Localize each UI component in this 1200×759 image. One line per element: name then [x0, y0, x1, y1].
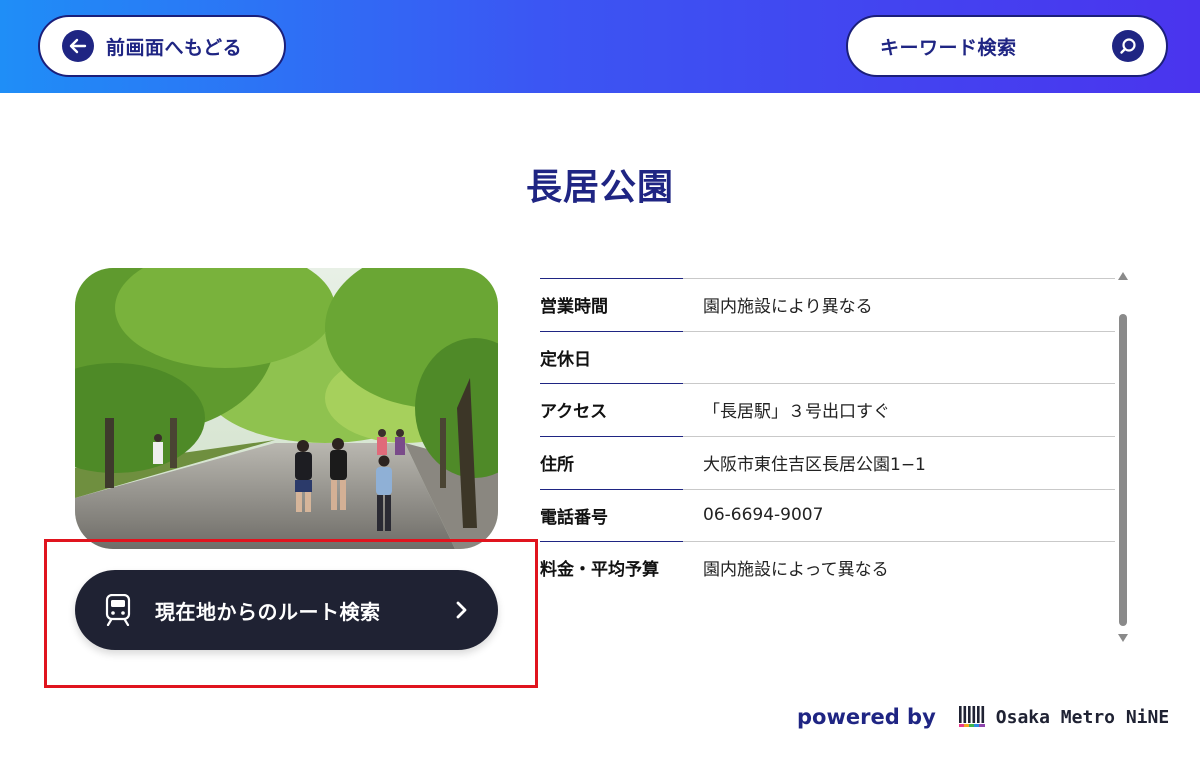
powered-by: powered by Osaka Metro NiNE: [797, 704, 1169, 730]
info-row-access: アクセス 「長居駅」３号出口すぐ: [540, 383, 1115, 436]
info-value: 大阪市東住吉区長居公園1−1: [703, 454, 926, 475]
scroll-up-icon[interactable]: [1118, 272, 1128, 280]
scrollbar-thumb[interactable]: [1119, 314, 1127, 626]
back-button[interactable]: 前画面へもどる: [38, 15, 286, 77]
info-key: 営業時間: [540, 296, 608, 317]
info-key: アクセス: [540, 402, 608, 423]
keyword-search-button[interactable]: キーワード検索: [846, 15, 1168, 77]
page-title: 長居公園: [525, 167, 674, 208]
info-row-hours: 営業時間 園内施設により異なる: [540, 278, 1115, 331]
back-button-label: 前画面へもどる: [106, 36, 243, 59]
header-bar: 前画面へもどる キーワード検索: [0, 0, 1200, 93]
info-table: 営業時間 園内施設により異なる 定休日 アクセス 「長居駅」３号出口すぐ 住所 …: [540, 278, 1115, 594]
info-value: 06-6694-9007: [703, 505, 824, 526]
info-row-closed: 定休日: [540, 330, 1115, 384]
osaka-metro-logo-icon: [958, 706, 985, 727]
scroll-down-icon[interactable]: [1118, 634, 1128, 642]
powered-by-label: powered by: [797, 705, 936, 729]
search-icon: [1112, 30, 1144, 62]
info-row-phone: 電話番号 06-6694-9007: [540, 488, 1115, 542]
info-key: 電話番号: [540, 507, 608, 528]
info-value: 園内施設により異なる: [703, 296, 873, 317]
park-photo: [75, 268, 498, 549]
highlight-annotation: [44, 539, 538, 688]
info-key: 料金・平均予算: [540, 560, 659, 581]
info-value: 「長居駅」３号出口すぐ: [703, 402, 890, 423]
info-key: 住所: [540, 454, 574, 475]
info-value: 園内施設によって異なる: [703, 560, 889, 581]
info-row-address: 住所 大阪市東住吉区長居公園1−1: [540, 436, 1115, 489]
info-scrollbar[interactable]: [1117, 272, 1129, 642]
arrow-left-icon: [62, 30, 94, 62]
info-row-price: 料金・平均予算 園内施設によって異なる: [540, 541, 1115, 594]
brand-name: Osaka Metro NiNE: [995, 706, 1170, 728]
info-key: 定休日: [540, 349, 591, 370]
keyword-search-label: キーワード検索: [880, 36, 1017, 59]
